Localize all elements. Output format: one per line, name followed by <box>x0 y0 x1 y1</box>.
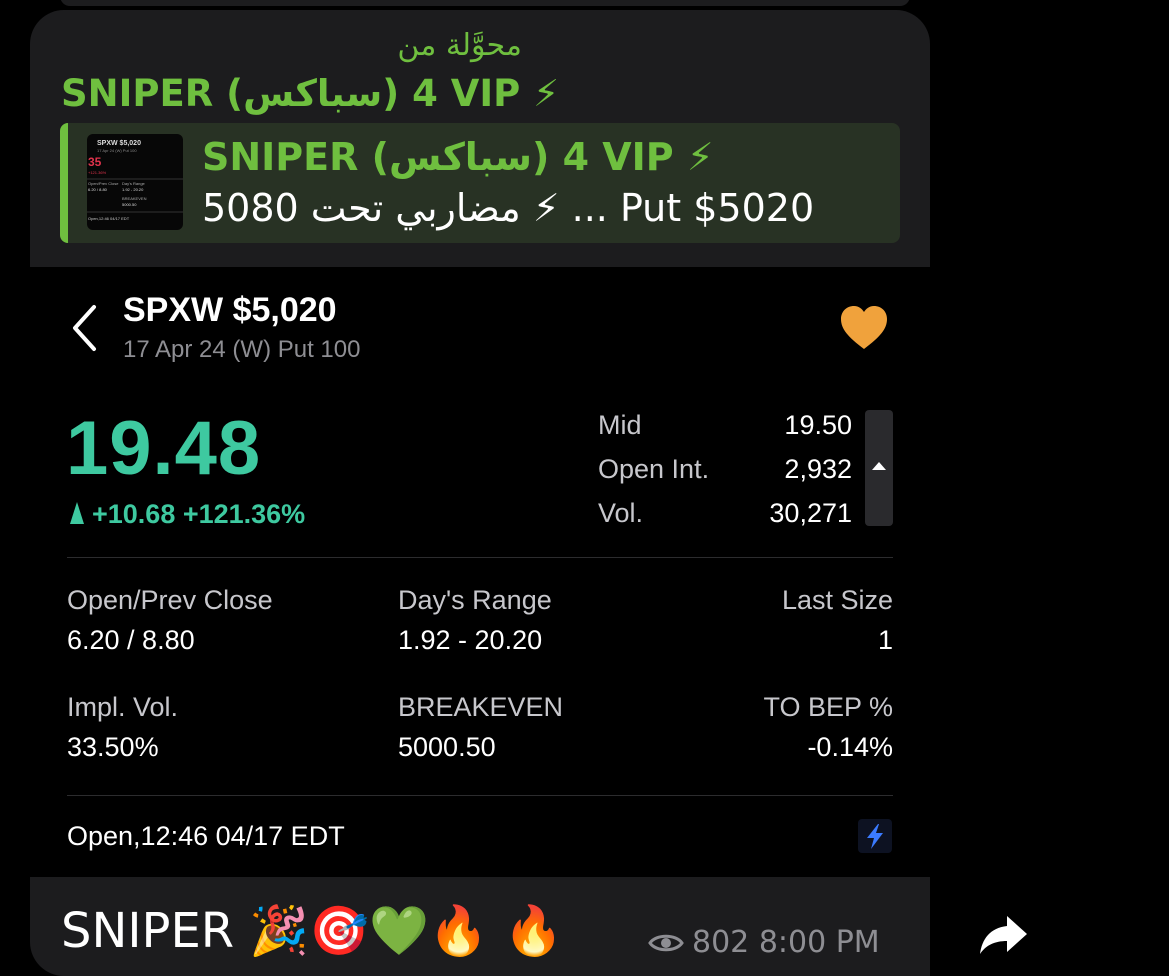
eye-icon <box>648 934 684 952</box>
stat-value: 2,932 <box>784 454 852 484</box>
share-arrow-icon[interactable] <box>975 908 1031 960</box>
reply-title: SNIPER (سباكس) 4 VIP ⚡ <box>202 135 714 179</box>
reply-accent-bar <box>60 123 68 243</box>
realtime-indicator <box>858 819 892 853</box>
up-triangle-icon <box>70 502 84 524</box>
stat-value: 19.50 <box>784 410 852 440</box>
svg-text:1.92 - 20.20: 1.92 - 20.20 <box>122 187 144 192</box>
stat-label: BREAKEVEN <box>398 692 564 722</box>
stat-implied-volatility: Impl. Vol. 33.50% <box>67 692 178 763</box>
quote-side-stats: Mid 19.50 Open Int. 2,932 Vol. 30,271 <box>598 410 852 542</box>
option-contract-details: 17 Apr 24 (W) Put 100 <box>123 336 361 363</box>
divider <box>67 795 893 796</box>
caret-up-icon <box>872 462 886 470</box>
previous-message-edge <box>60 0 910 6</box>
stat-row-volume: Vol. 30,271 <box>598 498 852 542</box>
stat-row-open-interest: Open Int. 2,932 <box>598 454 852 498</box>
stat-value: 1.92 - 20.20 <box>398 625 543 655</box>
option-quote-screenshot[interactable]: SPXW $5,020 17 Apr 24 (W) Put 100 19.48 … <box>30 267 930 877</box>
stat-open-prev-close: Open/Prev Close 6.20 / 8.80 <box>67 585 273 656</box>
price-change-text: +10.68 +121.36% <box>92 499 306 529</box>
price-change: +10.68 +121.36% <box>70 499 305 530</box>
svg-text:SPXW $5,020: SPXW $5,020 <box>97 140 141 147</box>
message-caption: SNIPER 🎉🎯💚🔥 🔥 <box>61 903 564 959</box>
chevron-left-icon <box>73 305 96 351</box>
view-count: 802 <box>692 925 750 960</box>
stat-label: TO BEP % <box>763 692 893 722</box>
stat-value: 30,271 <box>769 498 852 528</box>
reply-thumbnail: SPXW $5,020 17 Apr 24 (W) Put 100 35 +12… <box>87 134 183 230</box>
svg-text:Day's Range: Day's Range <box>122 181 146 186</box>
svg-text:Open/Prev Close: Open/Prev Close <box>88 181 119 186</box>
stat-label: Day's Range <box>398 585 552 615</box>
stat-label: Impl. Vol. <box>67 692 179 722</box>
forwarded-message-bubble[interactable]: محوَّلة من SNIPER (سباكس) 4 VIP ⚡ SPXW $… <box>30 10 930 976</box>
quote-scroll-control <box>865 410 893 526</box>
forwarded-channel-name[interactable]: SNIPER (سباكس) 4 VIP ⚡ <box>61 72 559 115</box>
forwarded-from-label: محوَّلة من <box>397 28 522 63</box>
stat-breakeven: BREAKEVEN 5000.50 <box>398 692 563 763</box>
stat-label: Open/Prev Close <box>67 585 273 615</box>
stat-row-mid: Mid 19.50 <box>598 410 852 454</box>
lightning-icon <box>867 824 883 849</box>
divider <box>67 557 893 558</box>
heart-icon <box>841 306 887 349</box>
market-status: Open,12:46 04/17 EDT <box>67 821 345 851</box>
stat-last-size: Last Size 1 <box>782 585 893 656</box>
reply-preview[interactable]: SPXW $5,020 17 Apr 24 (W) Put 100 35 +12… <box>60 123 900 243</box>
stat-label: Last Size <box>781 585 893 615</box>
svg-text:5000.50: 5000.50 <box>122 202 137 207</box>
stat-value: 33.50% <box>67 732 159 762</box>
svg-text:17 Apr 24 (W) Put 100: 17 Apr 24 (W) Put 100 <box>97 148 137 153</box>
stat-value: 1 <box>877 625 893 655</box>
message-meta: 802 8:00 PM <box>648 925 880 960</box>
svg-text:35: 35 <box>88 155 102 169</box>
svg-text:BREAKEVEN: BREAKEVEN <box>122 196 147 201</box>
svg-text:+121.36%: +121.36% <box>88 170 107 175</box>
stat-label: Vol. <box>598 498 644 528</box>
option-symbol: SPXW $5,020 <box>123 291 337 329</box>
svg-text:6.20 / 8.80: 6.20 / 8.80 <box>88 187 108 192</box>
message-time: 8:00 PM <box>758 925 880 960</box>
reply-thumbnail-mini-screenshot: SPXW $5,020 17 Apr 24 (W) Put 100 35 +12… <box>87 140 183 221</box>
stat-days-range: Day's Range 1.92 - 20.20 <box>398 585 552 656</box>
stat-label: Mid <box>598 410 642 440</box>
svg-text:Open,12:46 04/17 EDT: Open,12:46 04/17 EDT <box>88 216 130 221</box>
reply-text: مضاربي تحت 5080 ⚡ ... Put $5020 <box>202 186 815 230</box>
stat-value: 6.20 / 8.80 <box>67 625 195 655</box>
stat-value: 5000.50 <box>398 732 496 762</box>
stat-label: Open Int. <box>598 454 710 484</box>
last-price: 19.48 <box>66 406 262 491</box>
stat-to-bep: TO BEP % -0.14% <box>763 692 893 763</box>
stat-value: -0.14% <box>807 732 893 762</box>
